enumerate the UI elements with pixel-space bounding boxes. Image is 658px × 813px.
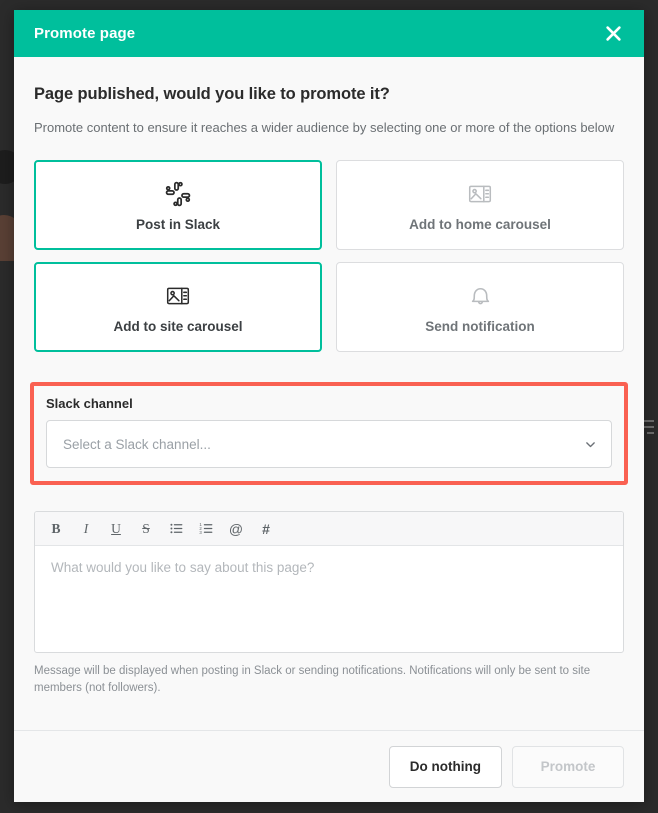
promote-page-modal: Promote page Page published, would you l… <box>14 10 644 802</box>
numbered-list-icon[interactable]: 1 2 3 <box>191 515 221 543</box>
slack-channel-label: Slack channel <box>46 396 133 412</box>
strikethrough-icon[interactable]: S <box>131 515 161 543</box>
backdrop-text-line <box>644 426 654 428</box>
option-card-send-notification[interactable]: Send notification <box>336 262 624 353</box>
message-input[interactable]: What would you like to say about this pa… <box>35 546 623 652</box>
slack-icon <box>164 179 192 209</box>
do-nothing-button[interactable]: Do nothing <box>388 745 502 788</box>
bold-icon[interactable]: B <box>41 515 71 543</box>
promotion-options-grid: Post in Slack Add to home carousel Add t… <box>34 160 624 353</box>
close-icon[interactable] <box>600 21 626 47</box>
option-label: Send notification <box>425 318 535 334</box>
modal-header: Promote page <box>14 10 644 57</box>
modal-body: Page published, would you like to promot… <box>14 57 644 730</box>
message-editor: B I U S 1 2 3 @ # What would you like to… <box>34 511 624 654</box>
carousel-icon <box>467 179 493 209</box>
editor-helper-text: Message will be displayed when posting i… <box>34 665 591 695</box>
modal-description: Promote content to ensure it reaches a w… <box>34 120 615 135</box>
mention-icon[interactable]: @ <box>221 515 251 543</box>
bell-icon <box>467 281 494 311</box>
slack-channel-placeholder: Select a Slack channel... <box>63 436 211 452</box>
option-card-add-to-site-carousel[interactable]: Add to site carousel <box>34 262 322 353</box>
editor-toolbar: B I U S 1 2 3 @ # <box>35 512 623 547</box>
option-card-post-in-slack[interactable]: Post in Slack <box>34 160 322 251</box>
page-title: Page published, would you like to promot… <box>34 85 390 103</box>
option-label: Add to home carousel <box>409 216 551 232</box>
hashtag-icon[interactable]: # <box>251 515 281 543</box>
promote-button[interactable]: Promote <box>512 745 624 788</box>
carousel-icon <box>165 281 191 311</box>
svg-text:3: 3 <box>199 530 202 535</box>
underline-icon[interactable]: U <box>101 515 131 543</box>
option-label: Post in Slack <box>135 216 221 232</box>
modal-title: Promote page <box>34 25 136 42</box>
backdrop-text-line <box>644 420 654 422</box>
message-placeholder: What would you like to say about this pa… <box>51 560 315 576</box>
italic-icon[interactable]: I <box>71 515 101 543</box>
chevron-down-icon <box>584 438 597 451</box>
option-label: Add to site carousel <box>113 318 243 334</box>
modal-footer: Do nothing Promote <box>14 730 644 802</box>
bullet-list-icon[interactable] <box>161 515 191 543</box>
backdrop-text-line <box>647 432 654 434</box>
option-card-add-to-home-carousel[interactable]: Add to home carousel <box>336 160 624 251</box>
slack-channel-highlight: Slack channel Select a Slack channel... <box>30 382 628 486</box>
slack-channel-select[interactable]: Select a Slack channel... <box>46 420 612 469</box>
